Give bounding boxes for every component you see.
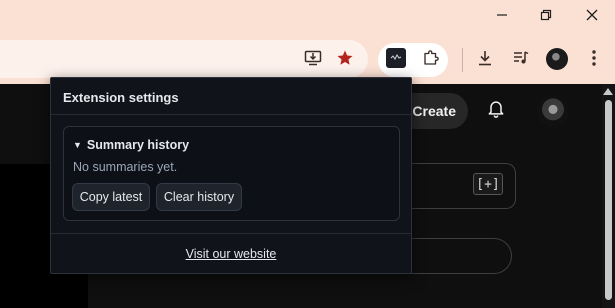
disclosure-triangle-icon: ▼ [73, 140, 82, 150]
menu-icon [591, 49, 597, 72]
empty-state-text: No summaries yet. [73, 160, 178, 174]
toolbar-divider [462, 48, 463, 72]
extension-button[interactable] [381, 45, 411, 75]
puzzle-icon [422, 49, 440, 72]
media-icon [512, 49, 530, 72]
expand-button[interactable]: [+] [473, 173, 503, 195]
summary-history-toggle[interactable]: ▼ Summary history [73, 138, 189, 152]
media-controls-button[interactable] [506, 45, 536, 75]
account-avatar[interactable] [537, 95, 569, 127]
clear-history-button[interactable]: Clear history [156, 183, 242, 211]
close-window-button[interactable] [569, 0, 615, 34]
extension-popup: Extension settings ▼ Summary history No … [50, 77, 412, 274]
download-icon [476, 49, 494, 72]
install-app-button[interactable] [298, 45, 328, 75]
close-icon [586, 8, 598, 26]
extensions-menu-button[interactable] [416, 45, 446, 75]
downloads-button[interactable] [470, 45, 500, 75]
summary-history-section: ▼ Summary history No summaries yet. Copy… [63, 126, 400, 221]
install-icon [304, 49, 322, 72]
bookmark-star-button[interactable] [330, 45, 360, 75]
restore-icon [540, 8, 552, 26]
popup-title: Extension settings [63, 90, 179, 105]
scroll-thumb[interactable] [605, 100, 612, 300]
restore-button[interactable] [523, 0, 569, 34]
notifications-button[interactable] [482, 96, 510, 124]
bell-icon [486, 98, 506, 123]
visit-website-link[interactable]: Visit our website [51, 247, 411, 261]
summary-history-title: Summary history [86, 138, 190, 152]
browser-menu-button[interactable] [579, 45, 609, 75]
popup-divider [51, 114, 411, 115]
scroll-up-arrow[interactable] [603, 88, 613, 95]
popup-divider-bottom [51, 233, 411, 234]
star-icon [336, 49, 354, 72]
minimize-button[interactable] [479, 0, 525, 34]
minimize-icon [496, 8, 508, 26]
profile-avatar[interactable] [546, 48, 568, 70]
copy-latest-button[interactable]: Copy latest [72, 183, 150, 211]
extension-active-icon [385, 47, 407, 74]
